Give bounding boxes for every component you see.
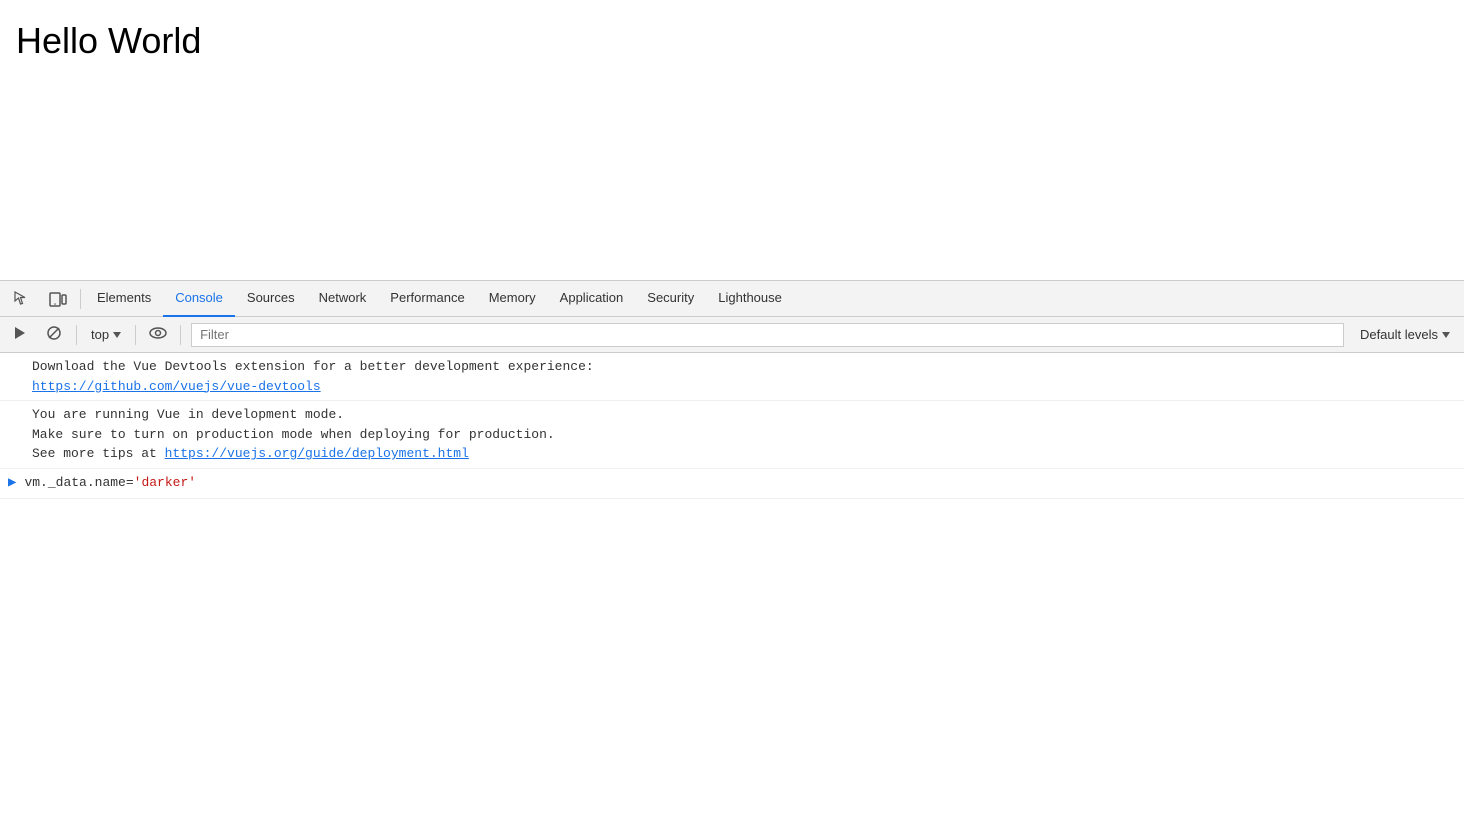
clear-console-button[interactable] [38, 319, 70, 351]
tab-memory[interactable]: Memory [477, 281, 548, 317]
toolbar-separator-1 [76, 325, 77, 345]
page-content: Hello World [0, 0, 1464, 280]
tab-elements[interactable]: Elements [85, 281, 163, 317]
devtools-panel: Elements Console Sources Network Perform… [0, 280, 1464, 834]
vue-devtools-link[interactable]: https://github.com/vuejs/vue-devtools [32, 379, 321, 394]
context-chevron-icon [113, 332, 121, 338]
tabs-separator [80, 289, 81, 309]
vue-devmode-line3: See more tips at [32, 446, 165, 461]
console-toolbar: top Default levels [0, 317, 1464, 353]
levels-chevron-icon [1442, 332, 1450, 338]
vue-deployment-link[interactable]: https://vuejs.org/guide/deployment.html [165, 446, 469, 461]
tab-security[interactable]: Security [635, 281, 706, 317]
console-run-button[interactable] [4, 319, 36, 351]
levels-label: Default levels [1360, 327, 1438, 342]
tab-performance[interactable]: Performance [378, 281, 476, 317]
console-prompt-row: ▶ vm._data.name='darker' [0, 469, 1464, 499]
filter-input[interactable] [192, 327, 1343, 342]
page-title: Hello World [16, 20, 1448, 62]
console-message-vue-devmode: You are running Vue in development mode.… [0, 401, 1464, 469]
tab-network[interactable]: Network [307, 281, 379, 317]
console-eye-button[interactable] [142, 319, 174, 351]
vue-devmode-line2: Make sure to turn on production mode whe… [32, 427, 555, 442]
tabs-bar: Elements Console Sources Network Perform… [0, 281, 1464, 317]
inspect-element-button[interactable] [4, 281, 40, 317]
context-label: top [91, 327, 109, 342]
prompt-code: vm._data.name='darker' [24, 473, 196, 493]
device-toolbar-button[interactable] [40, 281, 76, 317]
prompt-string-value: 'darker' [134, 475, 196, 490]
tab-application[interactable]: Application [548, 281, 636, 317]
default-levels-button[interactable]: Default levels [1350, 323, 1460, 347]
play-icon [13, 326, 27, 343]
prompt-arrow-icon: ▶ [8, 473, 16, 494]
tab-console[interactable]: Console [163, 281, 235, 317]
eye-icon [149, 326, 167, 343]
console-message-vue-devtools: Download the Vue Devtools extension for … [0, 353, 1464, 401]
block-icon [46, 325, 62, 344]
vue-devmode-line1: You are running Vue in development mode. [32, 407, 344, 422]
prompt-prefix: vm._data.name= [24, 475, 133, 490]
filter-input-wrapper [191, 323, 1344, 347]
console-output: Download the Vue Devtools extension for … [0, 353, 1464, 834]
vue-devtools-text: Download the Vue Devtools extension for … [32, 359, 594, 374]
tab-lighthouse[interactable]: Lighthouse [706, 281, 794, 317]
toolbar-separator-2 [135, 325, 136, 345]
tab-sources[interactable]: Sources [235, 281, 307, 317]
toolbar-separator-3 [180, 325, 181, 345]
context-selector[interactable]: top [83, 323, 129, 347]
